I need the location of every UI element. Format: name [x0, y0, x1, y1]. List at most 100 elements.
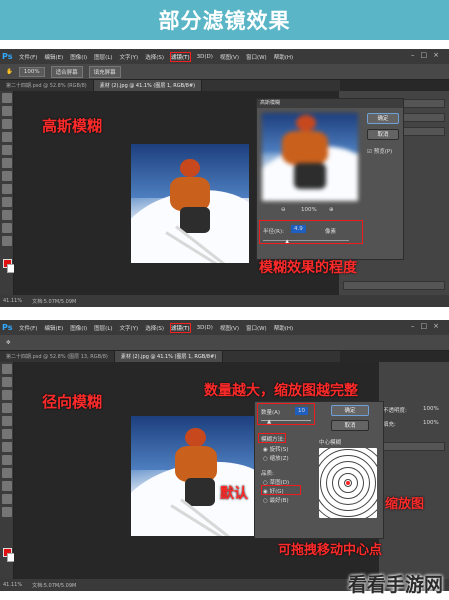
method-zoom-label: 缩放(Z) [269, 456, 289, 462]
title-banner: 部分滤镜效果 [0, 0, 449, 40]
opacity-label: 不透明度: [383, 408, 407, 414]
radial-blur-dialog: 数量(A) 10 ▲ 确定 取消 模糊方法: ◉ 旋转(S) ○ 缩放(Z) 品… [254, 401, 384, 539]
menu-select[interactable]: 选择(S) [145, 53, 164, 61]
banner-title: 部分滤镜效果 [158, 9, 291, 33]
ski-photo [131, 144, 249, 263]
zoom-status: 41.11% [3, 582, 23, 588]
eyedropper-tool-icon[interactable] [1, 429, 12, 439]
quick-select-tool-icon[interactable] [1, 403, 12, 413]
cancel-button[interactable]: 取消 [331, 420, 369, 431]
opacity-value[interactable]: 100% [423, 406, 439, 412]
fill-screen-button[interactable]: 填充屏幕 [88, 65, 121, 78]
crop-tool-icon[interactable] [1, 145, 12, 155]
menu-filter[interactable]: 滤镜(T) [170, 322, 191, 333]
menu-type[interactable]: 文字(Y) [120, 324, 139, 332]
crop-tool-icon[interactable] [1, 416, 12, 426]
ok-button[interactable]: 确定 [367, 113, 399, 124]
tab-document-2[interactable]: 素材 (2).jpg @ 41.1% (图层 1, RGB/8#) [114, 351, 224, 362]
eraser-tool-icon[interactable] [1, 455, 12, 465]
menu-help[interactable]: 帮助(H) [274, 324, 293, 332]
brush-tool-icon[interactable] [1, 171, 12, 181]
blur-degree-note-text: 模糊效果的程度 [259, 260, 357, 276]
method-spin-radio[interactable]: ◉ 旋转(S) [263, 445, 288, 453]
window-controls-icon[interactable]: –□× [411, 51, 445, 59]
method-spin-label: 旋转(S) [269, 447, 289, 453]
menu-3d[interactable]: 3D(D) [197, 54, 213, 60]
right-panels: 不透明度: 100% 填充: 100% [379, 362, 449, 579]
radial-blur-heading: 径向模糊 [42, 393, 103, 411]
menu-view[interactable]: 视图(V) [220, 324, 239, 332]
window-controls-icon[interactable]: –□× [411, 322, 445, 330]
blur-preview-image[interactable] [262, 113, 358, 201]
preview-checkbox[interactable]: ☑ 预览(P) [367, 147, 392, 155]
menu-layer[interactable]: 图层(L) [94, 324, 112, 332]
menu-edit[interactable]: 编辑(E) [44, 324, 63, 332]
pen-tool-icon[interactable] [1, 468, 12, 478]
layer-row[interactable] [383, 442, 445, 451]
menu-help[interactable]: 帮助(H) [274, 53, 293, 61]
photoshop-window-top: Ps 文件(F) 编辑(E) 图像(I) 图层(L) 文字(Y) 选择(S) 滤… [0, 49, 449, 307]
menu-window[interactable]: 窗口(W) [246, 53, 267, 61]
lasso-tool-icon[interactable] [1, 390, 12, 400]
eyedropper-tool-icon[interactable] [1, 158, 12, 168]
method-zoom-radio[interactable]: ○ 缩放(Z) [263, 454, 289, 462]
menu-3d[interactable]: 3D(D) [197, 325, 213, 331]
menu-filter[interactable]: 滤镜(T) [170, 51, 191, 62]
move-tool-icon[interactable]: ✥ [6, 340, 11, 346]
document-tabs: 第二十四期.psd @ 52.8% (图层 13, RGB/8) 素材 (2).… [0, 351, 340, 362]
zoom-in-icon[interactable]: ⊕ [329, 207, 334, 213]
eraser-tool-icon[interactable] [1, 184, 12, 194]
quick-select-tool-icon[interactable] [1, 132, 12, 142]
amount-note: 数量越大，缩放图越完整 [204, 383, 358, 399]
menu-file[interactable]: 文件(F) [19, 324, 37, 332]
options-bar: ✥ [0, 335, 449, 351]
menu-image[interactable]: 图像(I) [70, 53, 87, 61]
zoom-100-button[interactable]: 100% [18, 66, 45, 77]
move-tool-icon[interactable] [1, 93, 12, 103]
blur-center-preview[interactable] [319, 448, 377, 518]
menu-select[interactable]: 选择(S) [145, 324, 164, 332]
preview-label: 预览(P) [373, 149, 393, 155]
ok-button[interactable]: 确定 [331, 405, 369, 416]
marquee-tool-icon[interactable] [1, 106, 12, 116]
fill-value[interactable]: 100% [423, 420, 439, 426]
hand-tool-icon[interactable] [1, 236, 12, 246]
document-tabs: 第二十四期.psd @ 52.8% (RGB/8) 素材 (2).jpg @ 4… [0, 80, 340, 91]
quality-best-radio[interactable]: ○ 最好(B) [263, 496, 289, 504]
hand-tool-icon[interactable]: ✋ [6, 69, 13, 75]
hand-tool-icon[interactable] [1, 507, 12, 517]
quality-best-label: 最好(B) [269, 498, 289, 504]
menu-type[interactable]: 文字(Y) [120, 53, 139, 61]
tab-document-1[interactable]: 第二十四期.psd @ 52.8% (图层 13, RGB/8) [0, 351, 115, 362]
menu-layer[interactable]: 图层(L) [94, 53, 112, 61]
move-tool-icon[interactable] [1, 364, 12, 374]
menu-edit[interactable]: 编辑(E) [44, 53, 63, 61]
gaussian-blur-dialog: 高斯模糊 确定 取消 ☑ 预览(P) ⊖ 100% ⊕ 半径(R): 4.9 像… [256, 98, 404, 260]
brush-tool-icon[interactable] [1, 442, 12, 452]
options-bar: ✋ 100% 适合屏幕 填充屏幕 [0, 64, 449, 80]
menu-view[interactable]: 视图(V) [220, 53, 239, 61]
zoom-out-icon[interactable]: ⊖ [281, 207, 286, 213]
type-tool-icon[interactable] [1, 210, 12, 220]
quality-label: 品质: [261, 471, 274, 477]
menu-window[interactable]: 窗口(W) [246, 324, 267, 332]
watermark: 看看手游网 [347, 574, 443, 596]
tab-document-2[interactable]: 素材 (2).jpg @ 41.1% (图层 1, RGB/8#) [93, 80, 203, 91]
tools-panel [0, 91, 16, 295]
pen-tool-icon[interactable] [1, 197, 12, 207]
marquee-tool-icon[interactable] [1, 377, 12, 387]
menu-image[interactable]: 图像(I) [70, 324, 87, 332]
photoshop-window-bottom: Ps 文件(F) 编辑(E) 图像(I) 图层(L) 文字(Y) 选择(S) 滤… [0, 320, 449, 591]
blur-center-point[interactable] [346, 481, 350, 485]
blur-method-highlight [258, 433, 286, 443]
shape-tool-icon[interactable] [1, 494, 12, 504]
cancel-button[interactable]: 取消 [367, 129, 399, 140]
lasso-tool-icon[interactable] [1, 119, 12, 129]
menu-file[interactable]: 文件(F) [19, 53, 37, 61]
photoshop-logo-icon: Ps [2, 323, 13, 332]
fit-screen-button[interactable]: 适合屏幕 [50, 65, 83, 78]
shape-tool-icon[interactable] [1, 223, 12, 233]
type-tool-icon[interactable] [1, 481, 12, 491]
document-size-status: 文档:5.07M/5.09M [32, 582, 77, 589]
tab-document-1[interactable]: 第二十四期.psd @ 52.8% (RGB/8) [0, 80, 94, 91]
